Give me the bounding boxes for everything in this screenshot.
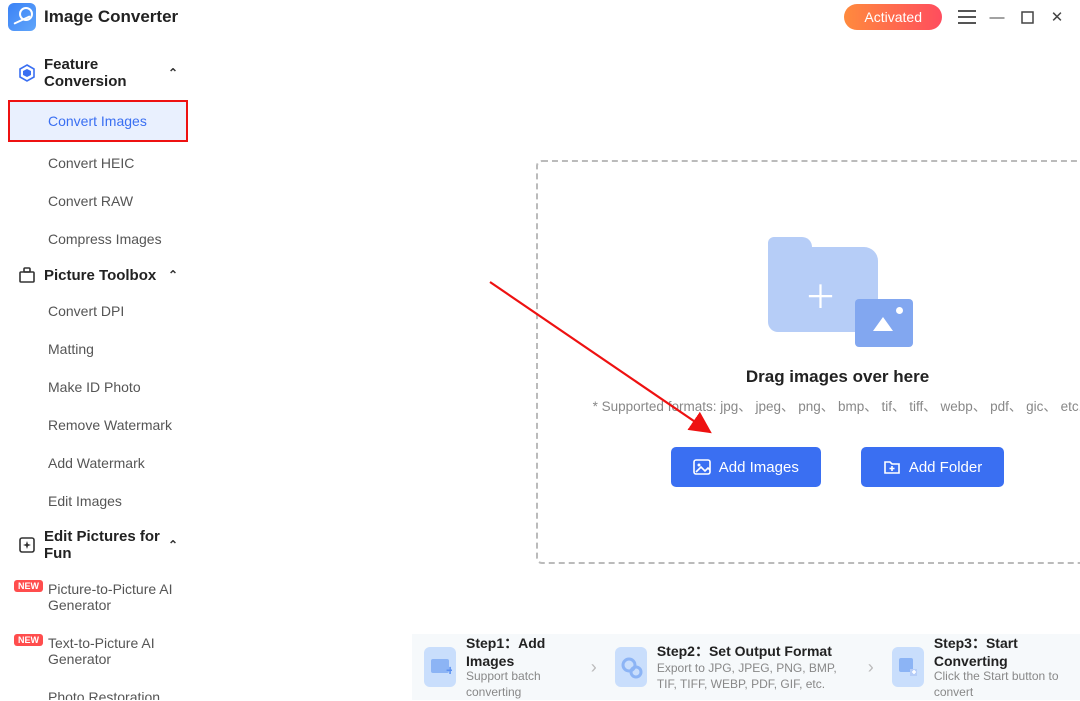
sidebar-item-convert-heic[interactable]: Convert HEIC [0, 144, 196, 182]
add-folder-button[interactable]: Add Folder [861, 447, 1004, 487]
sidebar-item-label: Convert RAW [48, 193, 133, 209]
menu-button[interactable] [952, 2, 982, 32]
step3-icon [892, 647, 924, 687]
sidebar-item-label: Edit Images [48, 493, 122, 509]
supported-formats: * Supported formats: jpg、 jpeg、 png、 bmp… [593, 395, 1080, 415]
step2-icon [615, 647, 647, 687]
sidebar-item-edit-images[interactable]: Edit Images [0, 482, 196, 520]
dropzone[interactable]: ＋ Drag images over here * Supported form… [536, 160, 1080, 564]
sidebar-item-label: Text-to-Picture AI Generator [48, 635, 155, 667]
section-title: Picture Toolbox [44, 267, 156, 284]
svg-text:+: + [446, 662, 452, 678]
chevron-up-icon: ⌃ [168, 66, 178, 80]
minimize-button[interactable]: — [982, 2, 1012, 32]
chevron-right-icon: › [585, 657, 603, 678]
step-2: Step2：Set Output Format Export to JPG, J… [611, 641, 854, 692]
dropzone-title: Drag images over here [746, 367, 929, 387]
section-edit-pictures-for-fun[interactable]: Edit Pictures for Fun ⌃ [0, 520, 196, 570]
step-title: Step3：Start Converting [934, 633, 1068, 669]
sidebar-item-label: Convert Images [48, 113, 147, 129]
sidebar-item-convert-dpi[interactable]: Convert DPI [0, 292, 196, 330]
step-3: Step3：Start Converting Click the Start b… [888, 633, 1072, 700]
sidebar-item-remove-watermark[interactable]: Remove Watermark [0, 406, 196, 444]
sidebar-item-convert-raw[interactable]: Convert RAW [0, 182, 196, 220]
chevron-up-icon: ⌃ [168, 268, 178, 282]
sidebar-item-label: Matting [48, 341, 94, 357]
step-desc: Export to JPG, JPEG, PNG, BMP, TIF, TIFF… [657, 661, 850, 692]
sidebar: Feature Conversion ⌃ Convert Images Conv… [0, 34, 196, 700]
folder-plus-icon [883, 458, 901, 476]
sidebar-item-p2p-ai-generator[interactable]: NEW Picture-to-Picture AI Generator [0, 570, 196, 624]
sidebar-item-compress-images[interactable]: Compress Images [0, 220, 196, 258]
maximize-button[interactable] [1012, 2, 1042, 32]
sidebar-item-label: Compress Images [48, 231, 162, 247]
step-title: Step1：Add Images [466, 633, 573, 669]
chevron-up-icon: ⌃ [168, 538, 178, 552]
sidebar-item-label: Make ID Photo [48, 379, 141, 395]
activated-badge[interactable]: Activated [844, 4, 942, 30]
close-button[interactable]: ✕ [1042, 2, 1072, 32]
sidebar-item-label: Picture-to-Picture AI Generator [48, 581, 173, 613]
sidebar-item-label: Add Watermark [48, 455, 145, 471]
folder-illustration-icon: ＋ [763, 237, 913, 347]
hexagon-icon [18, 64, 36, 82]
main-panel: ＋ Drag images over here * Supported form… [196, 34, 1080, 700]
add-images-button[interactable]: Add Images [671, 447, 821, 487]
section-title: Feature Conversion [44, 56, 168, 90]
step-1: + Step1：Add Images Support batch convert… [420, 633, 577, 700]
step-desc: Click the Start button to convert [934, 669, 1068, 700]
section-picture-toolbox[interactable]: Picture Toolbox ⌃ [0, 258, 196, 292]
step-title: Step2：Set Output Format [657, 641, 850, 661]
app-logo-icon [8, 3, 36, 31]
sidebar-item-matting[interactable]: Matting [0, 330, 196, 368]
titlebar: Image Converter Activated — ✕ [0, 0, 1080, 34]
button-label: Add Images [719, 459, 799, 476]
chevron-right-icon: › [862, 657, 880, 678]
sidebar-item-photo-restoration[interactable]: Photo Restoration [0, 678, 196, 700]
sidebar-item-convert-images[interactable]: Convert Images [8, 100, 188, 142]
sparkle-icon [18, 536, 36, 554]
sidebar-item-label: Convert HEIC [48, 155, 134, 171]
app-title: Image Converter [44, 7, 178, 27]
step1-icon: + [424, 647, 456, 687]
toolbox-icon [18, 266, 36, 284]
sidebar-item-make-id-photo[interactable]: Make ID Photo [0, 368, 196, 406]
button-label: Add Folder [909, 459, 982, 476]
new-badge: NEW [14, 580, 43, 592]
sidebar-item-label: Photo Restoration [48, 689, 160, 700]
image-icon [693, 458, 711, 476]
section-feature-conversion[interactable]: Feature Conversion ⌃ [0, 48, 196, 98]
sidebar-item-label: Convert DPI [48, 303, 124, 319]
sidebar-item-t2p-ai-generator[interactable]: NEW Text-to-Picture AI Generator [0, 624, 196, 678]
sidebar-item-label: Remove Watermark [48, 417, 172, 433]
new-badge: NEW [14, 634, 43, 646]
sidebar-item-add-watermark[interactable]: Add Watermark [0, 444, 196, 482]
step-desc: Support batch converting [466, 669, 573, 700]
section-title: Edit Pictures for Fun [44, 528, 168, 562]
steps-bar: + Step1：Add Images Support batch convert… [412, 634, 1080, 700]
